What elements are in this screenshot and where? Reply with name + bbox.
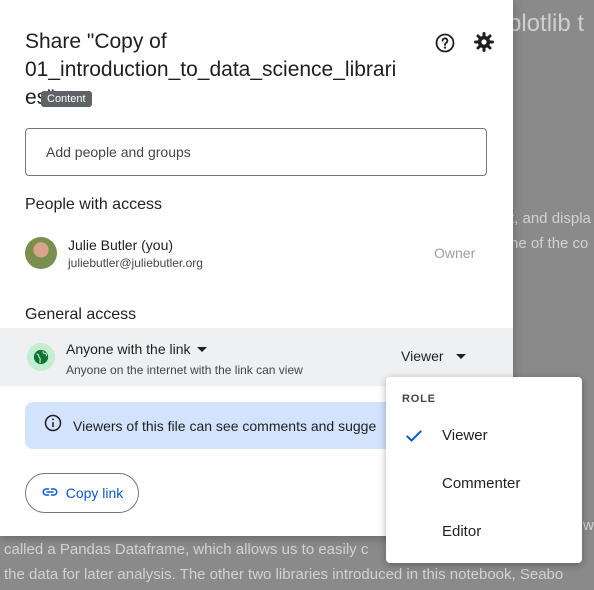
owner-role-label: Owner [434, 245, 476, 261]
access-scope-dropdown[interactable]: Anyone with the link [66, 341, 207, 357]
link-icon [41, 483, 59, 504]
dialog-title-line: Share "Copy of [25, 30, 167, 53]
info-text: Viewers of this file can see comments an… [73, 417, 377, 434]
general-access-heading: General access [25, 306, 137, 323]
copy-link-label: Copy link [65, 485, 124, 501]
access-scope-label: Anyone with the link [66, 341, 191, 357]
background-text-line: called a Pandas Dataframe, which allows … [4, 541, 369, 558]
info-icon [43, 413, 63, 438]
access-scope-description: Anyone on the internet with the link can… [66, 363, 303, 377]
add-people-input[interactable]: Add people and groups [25, 128, 487, 176]
menu-item-viewer[interactable]: Viewer [386, 416, 582, 456]
menu-item-commenter[interactable]: Commenter [386, 464, 582, 504]
role-menu: ROLE Viewer Commenter Editor [386, 377, 582, 563]
menu-item-label: Commenter [442, 475, 521, 492]
menu-item-label: Editor [442, 523, 482, 540]
add-people-placeholder: Add people and groups [46, 144, 191, 160]
avatar [25, 237, 57, 269]
people-with-access-heading: People with access [25, 196, 162, 213]
help-icon[interactable] [433, 31, 457, 55]
check-icon [404, 426, 424, 451]
copy-link-button[interactable]: Copy link [25, 473, 139, 513]
background-text-line: ne of the co [510, 235, 589, 252]
background-text-line: t, and displa [510, 210, 591, 227]
caret-down-icon [455, 353, 466, 359]
background-text-line: wa [583, 517, 594, 534]
menu-item-editor[interactable]: Editor [386, 512, 582, 552]
tooltip: Content [41, 91, 92, 107]
access-role-dropdown[interactable]: Viewer [401, 348, 466, 364]
menu-item-label: Viewer [442, 427, 488, 444]
person-email: juliebutler@juliebutler.org [68, 256, 203, 270]
background-title: plotlib t [508, 10, 585, 37]
caret-down-icon [196, 346, 207, 352]
role-menu-heading: ROLE [402, 393, 436, 405]
person-name: Julie Butler (you) [68, 237, 174, 253]
dialog-title-line: 01_introduction_to_data_science_librari [25, 58, 397, 81]
background-text-line: the data for later analysis. The other t… [4, 566, 564, 583]
gear-icon[interactable] [472, 30, 496, 54]
globe-icon [27, 343, 55, 371]
access-role-label: Viewer [401, 348, 444, 364]
